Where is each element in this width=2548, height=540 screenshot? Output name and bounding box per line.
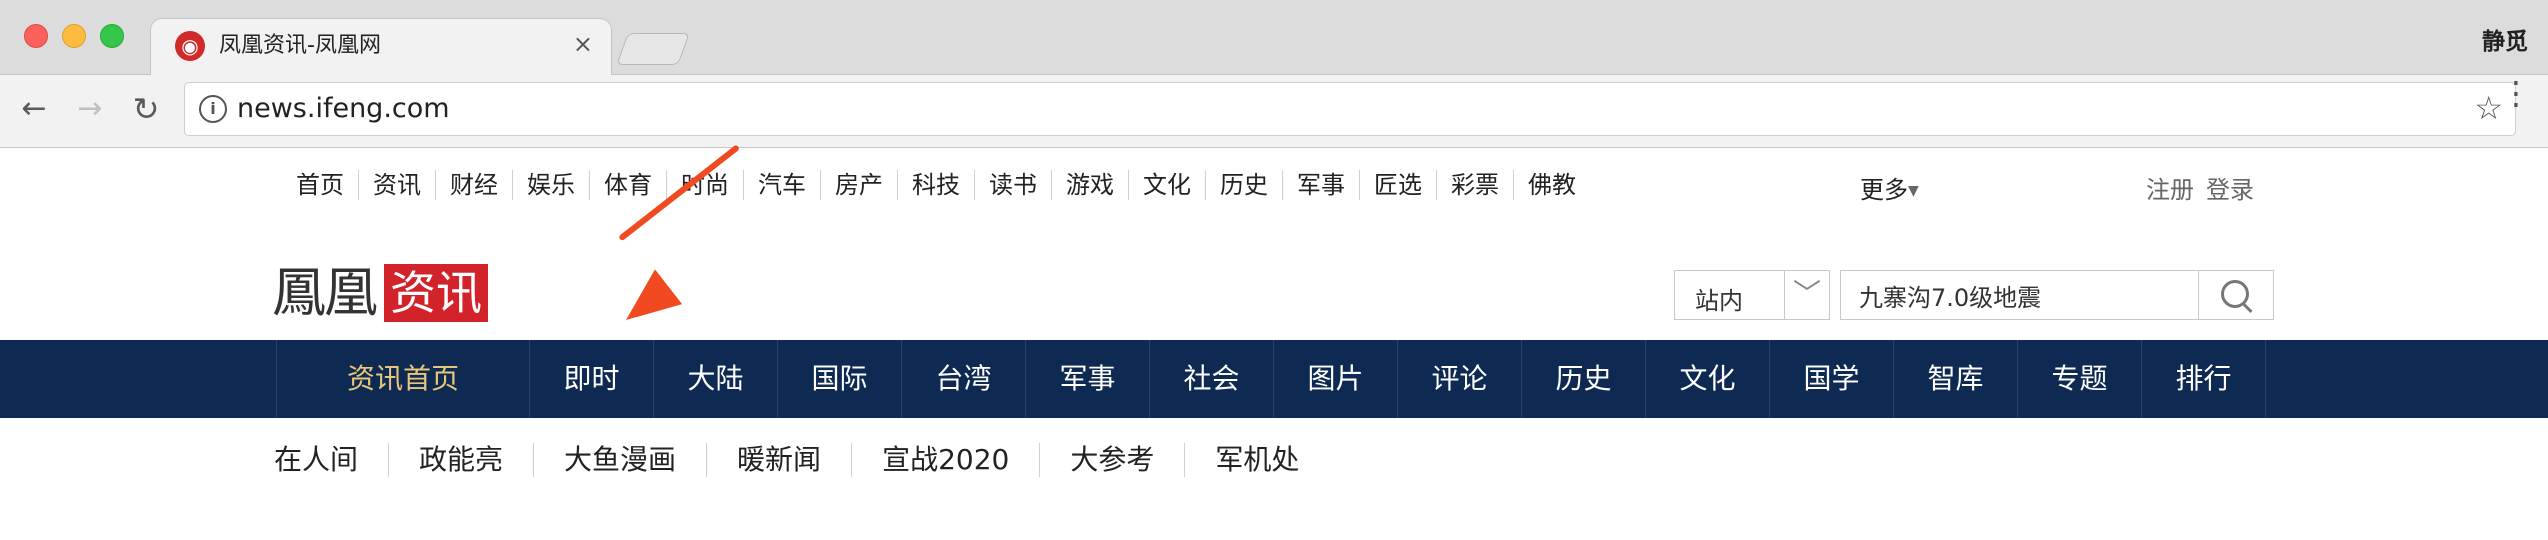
url-text[interactable]: news.ifeng.com	[237, 93, 450, 124]
top-channel-nav: 首页 资讯 财经 娱乐 体育 时尚 汽车 房产 科技 读书 游戏 文化 历史 军…	[296, 165, 1590, 205]
mainnav-item-mainland[interactable]: 大陆	[654, 340, 778, 418]
mainnav-item-military[interactable]: 军事	[1026, 340, 1150, 418]
mainnav-item-opinion[interactable]: 评论	[1398, 340, 1522, 418]
browser-toolbar: ← → ↻ i news.ifeng.com ☆ ⋮	[0, 75, 2548, 148]
search-scope-label: 站内	[1695, 287, 1743, 315]
more-label: 更多	[1860, 176, 1908, 204]
subnav-item-renjian[interactable]: 在人间	[274, 443, 390, 477]
subnav-item-2020[interactable]: 宣战2020	[852, 443, 1041, 477]
browser-titlebar: ◉ 凤凰资讯-凤凰网 × 静觅	[0, 0, 2548, 76]
topnav-item-book[interactable]: 读书	[975, 170, 1052, 200]
subnav-item-zhengnengliang[interactable]: 政能亮	[389, 443, 535, 477]
bookmark-star-icon[interactable]: ☆	[2474, 89, 2503, 127]
zoom-window-button[interactable]	[100, 24, 124, 48]
topnav-item-auto[interactable]: 汽车	[744, 170, 821, 200]
close-window-button[interactable]	[24, 24, 48, 48]
topnav-item-news[interactable]: 资讯	[359, 170, 436, 200]
topnav-item-home[interactable]: 首页	[296, 170, 359, 200]
topnav-item-house[interactable]: 房产	[821, 170, 898, 200]
browser-menu-icon[interactable]: ⋮	[2500, 77, 2532, 109]
register-link[interactable]: 注册	[2146, 176, 2194, 204]
forward-arrow-icon[interactable]: →	[70, 89, 110, 129]
login-link[interactable]: 登录	[2206, 176, 2254, 204]
topnav-item-military[interactable]: 军事	[1283, 170, 1360, 200]
topnav-item-select[interactable]: 匠选	[1360, 170, 1437, 200]
subnav-item-reference[interactable]: 大参考	[1040, 443, 1186, 477]
browser-tab-active[interactable]: ◉ 凤凰资讯-凤凰网 ×	[150, 18, 612, 76]
address-bar[interactable]: i news.ifeng.com ☆	[184, 82, 2516, 136]
auth-links: 注册 登录	[2146, 170, 2266, 205]
new-tab-button[interactable]	[616, 33, 690, 65]
mainnav-item-instant[interactable]: 即时	[530, 340, 654, 418]
mainnav-item-news-home[interactable]: 资讯首页	[277, 340, 530, 418]
more-menu[interactable]: 更多▼	[1860, 170, 1919, 205]
minimize-window-button[interactable]	[62, 24, 86, 48]
search-box	[1840, 270, 2274, 320]
search-button[interactable]	[2198, 271, 2273, 319]
site-logo[interactable]: 鳳凰 资讯	[272, 262, 488, 324]
back-arrow-icon[interactable]: ←	[14, 89, 54, 129]
topnav-item-games[interactable]: 游戏	[1052, 170, 1129, 200]
topnav-item-buddhism[interactable]: 佛教	[1514, 170, 1590, 200]
subnav-item-warm-news[interactable]: 暖新闻	[707, 443, 853, 477]
mainnav-item-culture[interactable]: 文化	[1646, 340, 1770, 418]
main-nav-bar: 资讯首页 即时 大陆 国际 台湾 军事 社会 图片 评论 历史 文化 国学 智库…	[0, 340, 2548, 418]
topnav-item-finance[interactable]: 财经	[436, 170, 513, 200]
topnav-item-history[interactable]: 历史	[1206, 170, 1283, 200]
chevron-down-icon[interactable]: ﹀	[1784, 271, 1829, 319]
sub-column-nav: 在人间 政能亮 大鱼漫画 暖新闻 宣战2020 大参考 军机处	[274, 438, 1329, 482]
mainnav-item-sinology[interactable]: 国学	[1770, 340, 1894, 418]
mainnav-item-society[interactable]: 社会	[1150, 340, 1274, 418]
reload-icon[interactable]: ↻	[126, 89, 166, 129]
mainnav-item-topics[interactable]: 专题	[2018, 340, 2142, 418]
mainnav-item-photos[interactable]: 图片	[1274, 340, 1398, 418]
search-scope-select[interactable]: 站内 ﹀	[1674, 270, 1830, 320]
search-input[interactable]	[1859, 279, 2189, 311]
main-nav-items: 资讯首页 即时 大陆 国际 台湾 军事 社会 图片 评论 历史 文化 国学 智库…	[276, 340, 2266, 418]
tab-close-icon[interactable]: ×	[573, 29, 593, 59]
mainnav-item-world[interactable]: 国际	[778, 340, 902, 418]
mainnav-item-thinktank[interactable]: 智库	[1894, 340, 2018, 418]
logo-brand-text: 鳳凰	[272, 261, 378, 324]
topnav-item-lottery[interactable]: 彩票	[1437, 170, 1514, 200]
search-icon-handle	[2241, 302, 2253, 314]
logo-section-badge: 资讯	[384, 264, 488, 322]
mainnav-item-history[interactable]: 历史	[1522, 340, 1646, 418]
topnav-item-ent[interactable]: 娱乐	[513, 170, 590, 200]
mainnav-item-taiwan[interactable]: 台湾	[902, 340, 1026, 418]
ifeng-favicon-icon: ◉	[175, 31, 205, 61]
tab-title: 凤凰资讯-凤凰网	[219, 33, 381, 58]
topnav-item-tech[interactable]: 科技	[898, 170, 975, 200]
subnav-item-junjichu[interactable]: 军机处	[1185, 443, 1329, 477]
caret-down-icon: ▼	[1908, 183, 1919, 199]
topnav-item-sports[interactable]: 体育	[590, 170, 667, 200]
site-info-icon[interactable]: i	[199, 95, 227, 123]
subnav-item-comics[interactable]: 大鱼漫画	[534, 443, 708, 477]
annotation-arrow-head-icon	[612, 269, 683, 338]
mainnav-item-ranking[interactable]: 排行	[2142, 340, 2266, 418]
topnav-item-culture[interactable]: 文化	[1129, 170, 1206, 200]
profile-name[interactable]: 静觅	[2482, 22, 2528, 56]
